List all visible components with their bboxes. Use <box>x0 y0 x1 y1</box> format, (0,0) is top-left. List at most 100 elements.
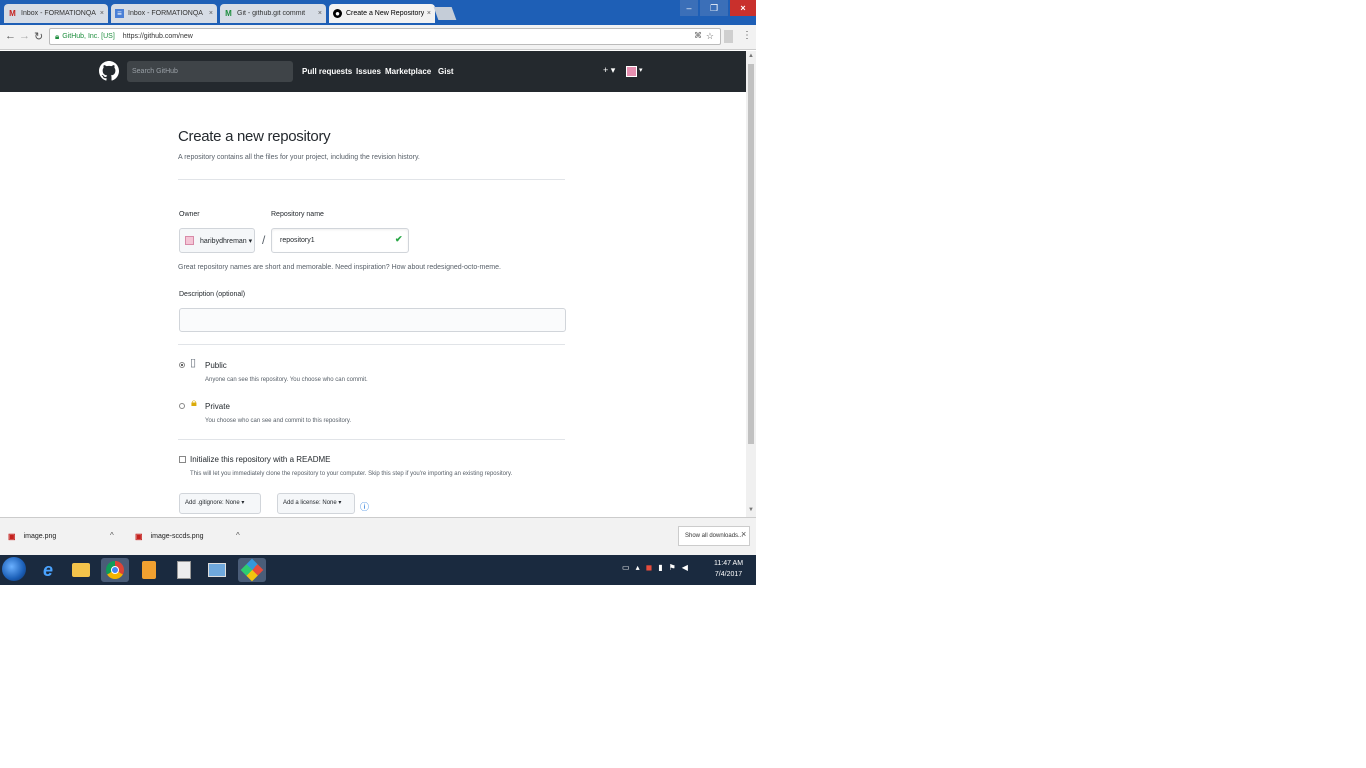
create-new-dropdown[interactable]: + ▾ <box>603 65 615 76</box>
show-all-downloads-button[interactable]: Show all downloads... <box>678 526 751 546</box>
add-gitignore-button[interactable]: Add .gitignore: None ▾ <box>179 493 261 514</box>
owner-label: Owner <box>179 211 200 218</box>
computer-icon[interactable] <box>203 558 231 582</box>
extension-icon[interactable] <box>724 30 733 43</box>
owner-repo-separator: / <box>262 233 266 247</box>
repository-name-hint: Great repository names are short and mem… <box>178 264 501 271</box>
avatar[interactable] <box>626 66 637 77</box>
divider <box>178 439 565 440</box>
browser-window: M Inbox - FORMATIONQA × ≡ Inbox - FORMAT… <box>0 0 756 585</box>
description-label: Description (optional) <box>179 291 246 298</box>
init-readme-checkbox[interactable] <box>179 456 186 463</box>
page-subtitle: A repository contains all the files for … <box>178 154 420 161</box>
lock-icon: 🔒︎ <box>55 31 60 41</box>
info-icon[interactable]: ⓘ <box>360 500 369 513</box>
windows-taskbar: e ▭ ▴ ◼ ▮ ⚑ ◀ 11:47 AM 7/4/2017 <box>0 555 756 585</box>
repository-name-label: Repository name <box>271 211 324 218</box>
public-title: Public <box>205 361 227 370</box>
github-logo-icon[interactable] <box>99 61 119 81</box>
public-radio[interactable] <box>179 362 185 368</box>
tab-create-repository[interactable]: ● Create a New Repository × <box>329 4 435 23</box>
url-text: https://github.com/new <box>122 33 193 40</box>
bookmark-star-icon[interactable]: ☆ <box>706 31 714 42</box>
scroll-down-icon[interactable]: ▼ <box>748 507 754 513</box>
image-file-icon: ▣ <box>8 532 16 541</box>
reload-icon[interactable]: ↻ <box>34 30 43 43</box>
clock-time: 11:47 AM <box>714 560 744 567</box>
download-menu-icon[interactable]: ^ <box>110 531 114 540</box>
close-icon[interactable]: × <box>741 529 746 539</box>
browser-menu-icon[interactable]: ⋮ <box>742 30 752 41</box>
check-icon: ✔ <box>395 234 403 244</box>
back-icon[interactable]: ← <box>5 30 16 42</box>
new-tab-button[interactable] <box>433 7 457 20</box>
close-window-button[interactable]: × <box>730 0 756 16</box>
start-button[interactable] <box>2 557 26 581</box>
github-icon: ● <box>333 9 342 18</box>
repository-name-input[interactable]: repository1 <box>271 228 409 253</box>
init-readme-description: This will let you immediately clone the … <box>190 471 513 477</box>
nav-marketplace[interactable]: Marketplace <box>385 67 431 76</box>
tab-close-icon[interactable]: × <box>318 10 322 17</box>
owner-select[interactable]: haribydhreman ▾ <box>179 228 255 253</box>
docs-icon: ≡ <box>115 9 124 18</box>
chevron-up-icon[interactable]: ▴ <box>636 563 640 572</box>
init-readme-title: Initialize this repository with a README <box>190 455 331 464</box>
divider <box>178 344 565 345</box>
nav-pull-requests[interactable]: Pull requests <box>302 67 352 76</box>
scrollbar-thumb[interactable] <box>748 64 754 444</box>
chevron-down-icon[interactable]: ▾ <box>639 66 643 74</box>
secure-origin-label: GitHub, Inc. [US] <box>62 33 115 40</box>
maximize-button[interactable]: ❐ <box>700 0 728 16</box>
repo-icon: ▯ <box>190 357 197 369</box>
forward-icon[interactable]: → <box>19 30 30 42</box>
description-input[interactable] <box>179 308 566 332</box>
translate-icon[interactable]: ⌘ <box>694 31 702 40</box>
tab-inbox-2[interactable]: ≡ Inbox - FORMATIONQA × <box>111 4 217 23</box>
page-title: Create a new repository <box>178 128 331 145</box>
private-radio[interactable] <box>179 403 185 409</box>
github-search-input[interactable]: Search GitHub <box>127 61 293 82</box>
security-icon[interactable]: ◼ <box>646 563 653 572</box>
download-menu-icon[interactable]: ^ <box>236 531 240 540</box>
media-player-icon[interactable] <box>135 558 163 582</box>
tab-close-icon[interactable]: × <box>100 10 104 17</box>
download-item[interactable]: ▣ image-sccds.png <box>135 532 203 541</box>
network-icon[interactable]: ▮ <box>658 563 662 572</box>
vertical-scrollbar[interactable]: ▲ ▼ <box>746 51 756 517</box>
volume-icon[interactable]: ◀ <box>682 563 688 572</box>
tab-git-commit[interactable]: M Git - github.git commit × <box>220 4 326 23</box>
tab-inbox-1[interactable]: M Inbox - FORMATIONQA × <box>4 4 108 23</box>
chrome-icon[interactable] <box>101 558 129 582</box>
document-icon[interactable] <box>170 558 198 582</box>
address-bar[interactable]: 🔒︎ GitHub, Inc. [US] https://github.com/… <box>49 28 721 45</box>
browser-toolbar: ← → ↻ 🔒︎ GitHub, Inc. [US] https://githu… <box>0 25 756 50</box>
minimize-button[interactable]: – <box>680 0 698 16</box>
gmail-icon: M <box>9 9 16 18</box>
tab-close-icon[interactable]: × <box>209 10 213 17</box>
lock-icon: 🔒︎ <box>191 397 197 409</box>
system-clock[interactable]: 11:47 AM 7/4/2017 <box>714 558 743 580</box>
private-title: Private <box>205 402 230 411</box>
scroll-up-icon[interactable]: ▲ <box>748 53 754 59</box>
paint-icon[interactable] <box>238 558 266 582</box>
system-tray: ▭ ▴ ◼ ▮ ⚑ ◀ <box>622 563 688 572</box>
nav-gist[interactable]: Gist <box>438 67 454 76</box>
flag-icon[interactable]: ⚑ <box>669 563 676 572</box>
download-item[interactable]: ▣ image.png <box>8 532 56 541</box>
downloads-bar: ▣ image.png ^ ▣ image-sccds.png ^ Show a… <box>0 517 756 556</box>
private-description: You choose who can see and commit to thi… <box>205 418 352 424</box>
tab-close-icon[interactable]: × <box>427 10 431 17</box>
tab-strip: M Inbox - FORMATIONQA × ≡ Inbox - FORMAT… <box>0 0 756 25</box>
owner-avatar <box>185 236 194 245</box>
nav-issues[interactable]: Issues <box>356 67 381 76</box>
clock-date: 7/4/2017 <box>714 571 743 578</box>
keyboard-icon[interactable]: ▭ <box>622 563 630 572</box>
internet-explorer-icon[interactable]: e <box>34 558 62 582</box>
git-icon: M <box>225 9 232 18</box>
add-license-button[interactable]: Add a license: None ▾ <box>277 493 355 514</box>
image-file-icon: ▣ <box>135 532 143 541</box>
divider <box>178 179 565 180</box>
file-explorer-icon[interactable] <box>67 558 95 582</box>
owner-value: haribydhreman ▾ <box>200 237 253 245</box>
